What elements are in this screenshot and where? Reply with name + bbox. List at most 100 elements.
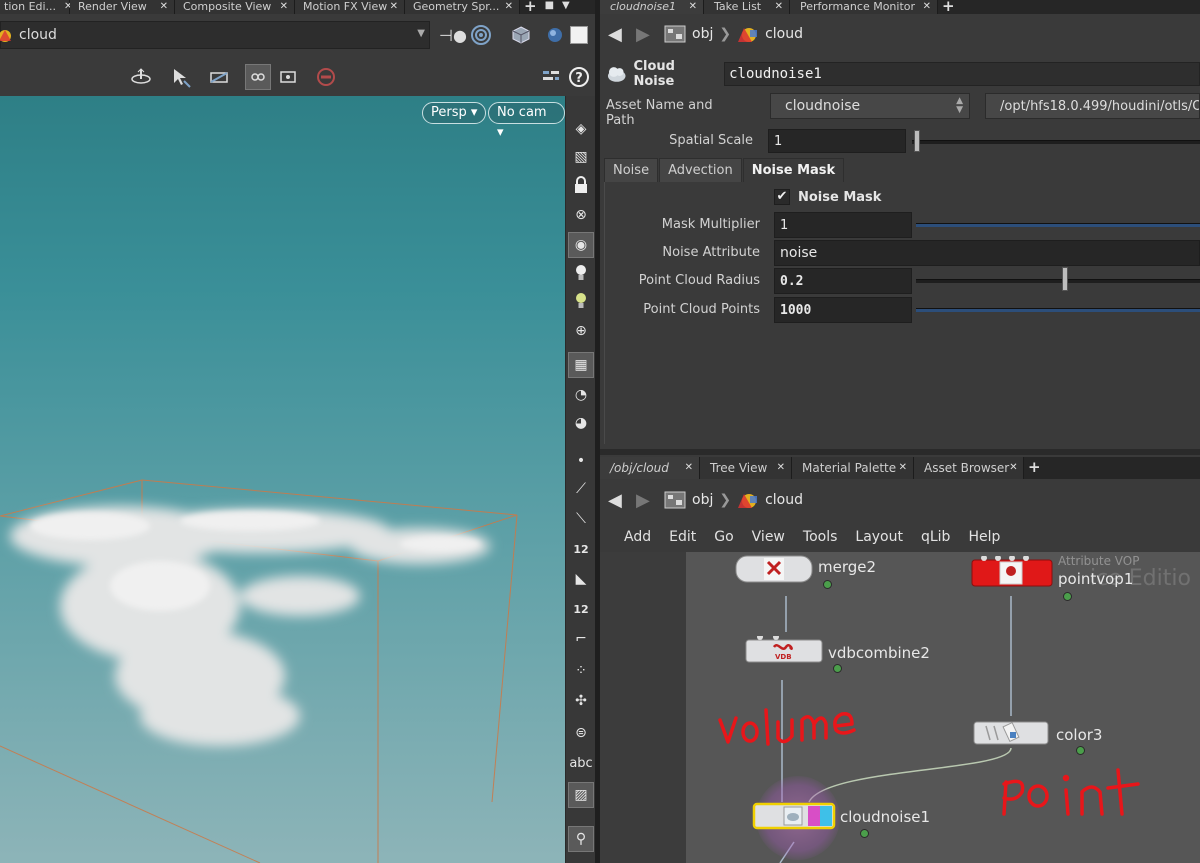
tab-tree-view[interactable]: Tree View ✕	[700, 457, 792, 479]
primitive-normal-icon[interactable]: ◣	[568, 566, 594, 592]
tab-noise-mask[interactable]: Noise Mask	[742, 158, 845, 182]
noise-mask-checkbox[interactable]: ✔	[774, 189, 790, 205]
view-tumble-icon[interactable]	[128, 64, 154, 90]
hull-icon[interactable]: ⊜	[568, 720, 594, 746]
pc-radius-slider-handle[interactable]	[1062, 267, 1068, 291]
close-icon[interactable]: ✕	[505, 1, 513, 13]
point-display-icon[interactable]: •	[568, 448, 594, 474]
template-icon[interactable]: ▧	[568, 144, 594, 170]
target-icon[interactable]	[468, 22, 494, 48]
cube-icon[interactable]	[508, 22, 534, 48]
lock-icon[interactable]	[568, 172, 594, 198]
pc-radius-slider[interactable]	[916, 279, 1200, 283]
breadcrumb-child[interactable]: cloud	[737, 490, 803, 510]
mask-multiplier-field[interactable]: 1	[774, 212, 912, 238]
menu-view[interactable]: View	[752, 529, 785, 545]
background-white-icon[interactable]	[566, 22, 592, 48]
pane-splitter[interactable]	[600, 449, 1200, 455]
frame-icon[interactable]	[275, 64, 301, 90]
tab-render-view[interactable]: Render View ✕	[70, 0, 175, 14]
spatial-scale-field[interactable]: 1	[768, 129, 906, 153]
close-icon[interactable]: ✕	[777, 462, 785, 474]
close-icon[interactable]: ✕	[1009, 462, 1017, 474]
pc-radius-field[interactable]: 0.2	[774, 268, 912, 294]
uv-icon[interactable]: ✣	[568, 688, 594, 714]
no-entry-icon[interactable]	[313, 64, 339, 90]
menu-layout[interactable]: Layout	[855, 529, 903, 545]
close-icon[interactable]: ✕	[689, 1, 697, 13]
pc-points-slider[interactable]	[916, 308, 1200, 312]
tab-noise[interactable]: Noise	[604, 158, 659, 182]
background-image-icon[interactable]: ▨	[568, 782, 594, 808]
menu-qlib[interactable]: qLib	[921, 529, 950, 545]
shading-mode-icon[interactable]: ◉	[568, 232, 594, 258]
point-numbers-icon[interactable]: 12	[568, 536, 594, 562]
display-layers-icon[interactable]: ◈	[568, 116, 594, 142]
chevron-down-icon[interactable]: ▼	[417, 28, 425, 39]
close-icon[interactable]: ✕	[685, 462, 693, 474]
mask-multiplier-slider[interactable]	[916, 223, 1200, 227]
tab-geometry-spreadsheet[interactable]: Geometry Spr... ✕	[405, 0, 520, 14]
menu-add[interactable]: Add	[624, 529, 651, 545]
menu-edit[interactable]: Edit	[669, 529, 696, 545]
forward-arrow-icon[interactable]: ▶	[636, 490, 656, 511]
tab-composite-view[interactable]: Composite View ✕	[175, 0, 295, 14]
tab-advection[interactable]: Advection	[659, 158, 742, 182]
forward-arrow-icon[interactable]: ▶	[636, 24, 656, 45]
tab-cloudnoise1[interactable]: cloudnoise1 ✕	[600, 0, 704, 14]
snap-grid-icon[interactable]: ⁘	[568, 658, 594, 684]
pin-icon[interactable]: ⊣●	[439, 22, 467, 48]
3d-viewport[interactable]: Persp ▾ No cam ▾	[0, 96, 565, 863]
breadcrumb-child[interactable]: cloud	[737, 24, 803, 44]
close-icon[interactable]: ✕	[775, 1, 783, 13]
pane-menu-icon[interactable]: ▼	[558, 0, 574, 14]
menu-go[interactable]: Go	[714, 529, 733, 545]
add-tab-icon[interactable]: +	[520, 0, 541, 14]
menu-tools[interactable]: Tools	[803, 529, 838, 545]
breadcrumb-root[interactable]: obj	[664, 490, 713, 510]
close-icon[interactable]: ✕	[280, 1, 288, 13]
tab-asset-browser[interactable]: Asset Browser ✕	[914, 457, 1024, 479]
close-icon[interactable]: ✕	[899, 462, 907, 474]
light-bulb-plus-icon[interactable]	[568, 288, 594, 314]
close-icon[interactable]: ✕	[160, 1, 168, 13]
vertex-icon[interactable]: ⌐	[568, 626, 594, 652]
asset-name-menu[interactable]: cloudnoise ▲ ▼	[770, 93, 970, 119]
pen-icon[interactable]: ⟍	[568, 506, 594, 532]
snap-icon[interactable]	[245, 64, 271, 90]
handle-tool-icon[interactable]	[206, 64, 232, 90]
select-arrow-icon[interactable]	[168, 64, 194, 90]
maximize-icon[interactable]: ■	[541, 0, 558, 14]
tab-obj-cloud[interactable]: /obj/cloud ✕	[600, 457, 700, 479]
shading-sphere-icon[interactable]	[542, 22, 568, 48]
pc-points-field[interactable]: 1000	[774, 297, 912, 323]
menu-help[interactable]: Help	[968, 529, 1000, 545]
add-tab-icon[interactable]: +	[1024, 457, 1045, 479]
tab-motion-fx-view[interactable]: Motion FX View ✕	[295, 0, 405, 14]
spatial-scale-slider-handle[interactable]	[914, 130, 920, 152]
close-icon[interactable]: ✕	[390, 1, 398, 13]
asset-path-field[interactable]: /opt/hfs18.0.499/houdini/otls/OPl	[985, 93, 1200, 119]
texture-checker-icon[interactable]: ▦	[568, 352, 594, 378]
headlight-icon[interactable]: ⊕	[568, 318, 594, 344]
tab-material-palette[interactable]: Material Palette ✕	[792, 457, 914, 479]
node-name-field[interactable]: cloudnoise1	[724, 62, 1200, 86]
text-display-icon[interactable]: abc	[568, 750, 594, 776]
normal-display-icon[interactable]: ⟋	[568, 476, 594, 502]
tab-take-list[interactable]: Take List ✕	[704, 0, 790, 14]
breadcrumb-root[interactable]: obj	[664, 24, 713, 44]
location-pin-icon[interactable]: ⚲	[568, 826, 594, 852]
display-options-icon[interactable]	[538, 64, 564, 90]
display-eye-icon[interactable]: ◔	[568, 382, 594, 408]
tab-performance-monitor[interactable]: Performance Monitor ✕	[790, 0, 938, 14]
close-icon[interactable]: ✕	[923, 1, 931, 13]
add-tab-icon[interactable]: +	[938, 0, 959, 14]
light-bulb-icon[interactable]	[568, 260, 594, 286]
path-field[interactable]: cloud ▼	[0, 21, 430, 49]
visibility-icon[interactable]: ◕	[568, 410, 594, 436]
noise-attribute-field[interactable]: noise	[774, 240, 1200, 266]
network-editor[interactable]: ice Editio Attribute VOP merge2 pointvop…	[686, 552, 1200, 863]
back-arrow-icon[interactable]: ◀	[608, 490, 628, 511]
ghost-icon[interactable]: ⊗	[568, 202, 594, 228]
help-icon[interactable]: ?	[566, 64, 592, 90]
